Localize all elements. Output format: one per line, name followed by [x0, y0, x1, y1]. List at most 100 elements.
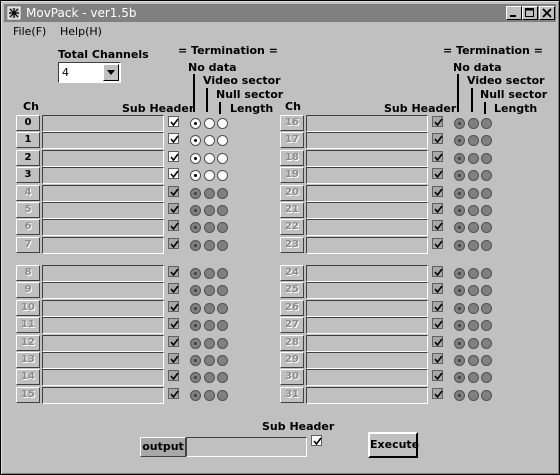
sub-header-checkbox[interactable] [432, 318, 443, 330]
channel-file-field[interactable] [42, 299, 164, 317]
channel-file-field[interactable] [42, 334, 164, 352]
termination-video-sector-radio[interactable] [467, 389, 479, 401]
termination-null-sector-radio[interactable] [481, 372, 492, 384]
execute-button[interactable]: Execute [368, 432, 419, 458]
termination-no-data-radio[interactable] [190, 239, 201, 251]
termination-null-sector-radio[interactable] [217, 118, 228, 129]
termination-video-sector-radio[interactable] [467, 205, 479, 216]
termination-no-data-radio[interactable] [454, 222, 465, 234]
sub-header-checkbox[interactable] [168, 185, 179, 197]
termination-no-data-radio[interactable] [454, 187, 465, 199]
title-bar[interactable]: MovPack - ver1.5b [4, 4, 556, 22]
termination-null-sector-radio[interactable] [481, 152, 492, 164]
channel-file-field[interactable] [42, 265, 164, 282]
termination-null-sector-radio[interactable] [481, 118, 492, 129]
channel-file-field[interactable] [306, 369, 428, 387]
termination-null-sector-radio[interactable] [217, 187, 228, 199]
termination-video-sector-radio[interactable] [203, 355, 215, 366]
sub-header-checkbox[interactable] [168, 220, 179, 232]
sub-header-checkbox[interactable] [168, 237, 179, 249]
termination-null-sector-radio[interactable] [217, 337, 228, 349]
channel-file-field[interactable] [42, 149, 164, 167]
sub-header-checkbox[interactable] [432, 150, 443, 162]
channel-file-field[interactable] [306, 115, 428, 132]
sub-header-checkbox[interactable] [432, 300, 443, 312]
termination-no-data-radio[interactable] [190, 187, 201, 199]
termination-null-sector-radio[interactable] [217, 302, 228, 314]
channel-file-field[interactable] [306, 334, 428, 352]
channel-file-field[interactable] [306, 184, 428, 202]
termination-no-data-radio[interactable] [190, 337, 201, 349]
termination-null-sector-radio[interactable] [217, 285, 228, 297]
termination-null-sector-radio[interactable] [217, 268, 228, 279]
sub-header-checkbox[interactable] [432, 203, 443, 214]
termination-no-data-radio[interactable] [454, 320, 465, 332]
termination-video-sector-radio[interactable] [467, 372, 479, 384]
termination-video-sector-radio[interactable] [467, 302, 479, 314]
termination-video-sector-radio[interactable] [467, 285, 479, 297]
sub-header-checkbox[interactable] [432, 220, 443, 232]
termination-null-sector-radio[interactable] [481, 187, 492, 199]
sub-header-checkbox[interactable] [168, 283, 179, 295]
termination-null-sector-radio[interactable] [481, 239, 492, 251]
termination-no-data-radio[interactable] [454, 135, 465, 147]
output-path-field[interactable] [186, 437, 307, 457]
termination-no-data-radio[interactable] [190, 268, 201, 279]
total-channels-dropdown-button[interactable] [103, 64, 119, 81]
termination-null-sector-radio[interactable] [217, 239, 228, 251]
termination-video-sector-radio[interactable] [467, 135, 479, 147]
sub-header-checkbox[interactable] [432, 266, 443, 277]
channel-file-field[interactable] [42, 386, 164, 404]
termination-video-sector-radio[interactable] [203, 205, 215, 216]
sub-header-checkbox[interactable] [432, 185, 443, 197]
total-channels-select[interactable]: 4 [58, 62, 121, 83]
channel-file-field[interactable] [42, 352, 164, 369]
menu-help[interactable]: Help(H) [60, 25, 102, 39]
sub-header-checkbox[interactable] [432, 283, 443, 295]
termination-null-sector-radio[interactable] [481, 170, 492, 182]
termination-no-data-radio[interactable] [190, 152, 201, 164]
termination-no-data-radio[interactable] [190, 170, 201, 182]
sub-header-checkbox[interactable] [168, 266, 179, 277]
termination-null-sector-radio[interactable] [481, 205, 492, 216]
termination-video-sector-radio[interactable] [203, 118, 215, 129]
channel-file-field[interactable] [42, 236, 164, 254]
channel-file-field[interactable] [306, 236, 428, 254]
termination-no-data-radio[interactable] [190, 118, 201, 129]
termination-null-sector-radio[interactable] [481, 389, 492, 401]
termination-null-sector-radio[interactable] [217, 355, 228, 366]
termination-video-sector-radio[interactable] [467, 170, 479, 182]
termination-null-sector-radio[interactable] [481, 135, 492, 147]
termination-no-data-radio[interactable] [190, 302, 201, 314]
termination-null-sector-radio[interactable] [481, 302, 492, 314]
channel-file-field[interactable] [306, 299, 428, 317]
sub-header-checkbox[interactable] [168, 353, 179, 364]
termination-no-data-radio[interactable] [190, 355, 201, 366]
channel-file-field[interactable] [42, 184, 164, 202]
termination-video-sector-radio[interactable] [467, 187, 479, 199]
termination-null-sector-radio[interactable] [481, 320, 492, 332]
termination-video-sector-radio[interactable] [203, 239, 215, 251]
channel-file-field[interactable] [42, 317, 164, 335]
channel-file-field[interactable] [306, 265, 428, 282]
termination-video-sector-radio[interactable] [467, 152, 479, 164]
channel-file-field[interactable] [306, 282, 428, 300]
channel-file-field[interactable] [306, 352, 428, 369]
channel-file-field[interactable] [42, 167, 164, 185]
sub-header-checkbox[interactable] [168, 133, 179, 145]
termination-video-sector-radio[interactable] [203, 170, 215, 182]
termination-no-data-radio[interactable] [190, 222, 201, 234]
termination-video-sector-radio[interactable] [203, 372, 215, 384]
termination-null-sector-radio[interactable] [217, 170, 228, 182]
termination-no-data-radio[interactable] [190, 372, 201, 384]
termination-null-sector-radio[interactable] [481, 355, 492, 366]
termination-video-sector-radio[interactable] [203, 320, 215, 332]
termination-no-data-radio[interactable] [190, 320, 201, 332]
channel-file-field[interactable] [42, 115, 164, 132]
termination-video-sector-radio[interactable] [467, 222, 479, 234]
sub-header-checkbox[interactable] [168, 300, 179, 312]
sub-header-checkbox[interactable] [168, 387, 179, 399]
termination-video-sector-radio[interactable] [203, 337, 215, 349]
channel-file-field[interactable] [42, 132, 164, 150]
sub-header-checkbox[interactable] [432, 335, 443, 347]
